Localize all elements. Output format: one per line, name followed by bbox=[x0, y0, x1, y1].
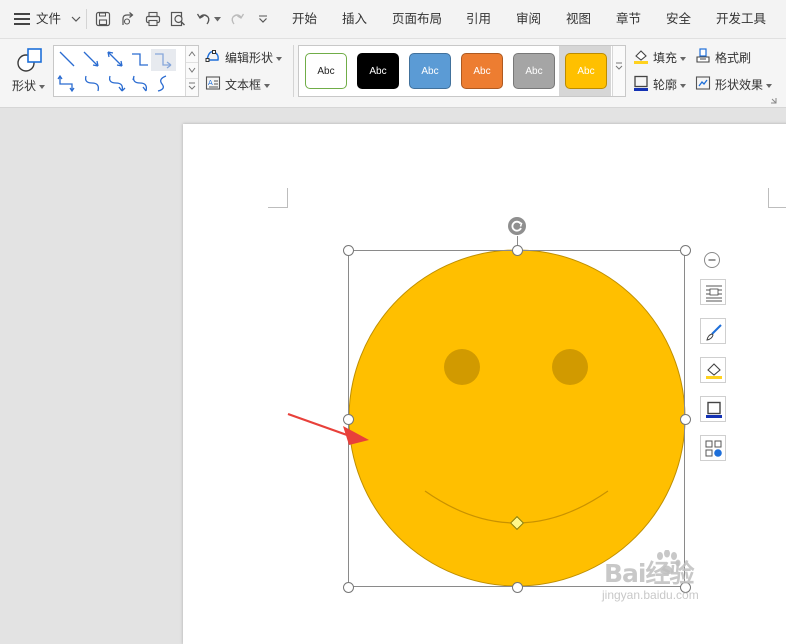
more-options-quick-button[interactable] bbox=[700, 435, 726, 461]
undo-dropdown-icon[interactable] bbox=[214, 17, 221, 22]
hamburger-menu-icon[interactable] bbox=[14, 13, 30, 25]
text-box-icon: A bbox=[205, 76, 221, 90]
resize-handle-top-right[interactable] bbox=[680, 245, 691, 256]
tab-insert[interactable]: 插入 bbox=[342, 0, 367, 38]
double-arrow-shape-option[interactable] bbox=[107, 51, 123, 67]
brush-icon bbox=[706, 324, 722, 341]
edit-shape-button[interactable]: 编辑形状 bbox=[205, 48, 289, 66]
style-preset-white[interactable]: Abc bbox=[305, 53, 347, 89]
shape-style-quick-button[interactable] bbox=[700, 318, 726, 344]
tab-page-layout[interactable]: 页面布局 bbox=[392, 0, 442, 38]
line-shapes-gallery bbox=[53, 45, 199, 97]
tab-home[interactable]: 开始 bbox=[292, 0, 317, 38]
print-icon[interactable] bbox=[145, 11, 161, 27]
curved-arrow-connector-option[interactable] bbox=[108, 75, 126, 92]
style-gallery-more-button[interactable] bbox=[612, 46, 625, 96]
arrow-shape-option[interactable] bbox=[83, 51, 99, 67]
style-preset-orange[interactable]: Abc bbox=[461, 53, 503, 89]
shape-effects-button[interactable]: 形状效果 bbox=[695, 75, 781, 93]
svg-text:A: A bbox=[208, 79, 213, 87]
menu-bar: 文件 开始 插入 页面布局 引用 审阅 视图 章节 安全 开发工具 bbox=[0, 0, 786, 39]
line-shape-option[interactable] bbox=[59, 51, 75, 67]
outline-button[interactable]: 轮廓 bbox=[633, 75, 693, 93]
paint-bucket-icon bbox=[706, 363, 722, 379]
baidu-watermark: Bai经验 jingyan.baidu.com bbox=[598, 549, 758, 610]
smiley-face bbox=[348, 249, 686, 587]
tab-security[interactable]: 安全 bbox=[666, 0, 691, 38]
smiley-left-eye bbox=[444, 349, 480, 385]
text-box-button[interactable]: A 文本框 bbox=[205, 75, 289, 93]
resize-handle-bottom-left[interactable] bbox=[343, 582, 354, 593]
outline-icon bbox=[634, 75, 648, 91]
paint-bucket-icon bbox=[634, 50, 648, 64]
rotate-icon bbox=[511, 220, 523, 232]
outline-icon bbox=[706, 401, 722, 418]
resize-handle-right[interactable] bbox=[680, 414, 691, 425]
customize-toolbar-icon[interactable] bbox=[258, 14, 268, 24]
tab-references[interactable]: 引用 bbox=[466, 0, 491, 38]
resize-handle-top-left[interactable] bbox=[343, 245, 354, 256]
file-menu[interactable]: 文件 bbox=[36, 0, 81, 38]
save-icon[interactable] bbox=[95, 11, 111, 27]
chevron-down-icon bbox=[71, 16, 81, 22]
shapes-icon bbox=[17, 48, 42, 72]
shapes-button[interactable]: 形状 bbox=[10, 45, 50, 97]
redo-icon bbox=[231, 13, 245, 25]
resize-handle-top[interactable] bbox=[512, 245, 523, 256]
edit-shape-icon bbox=[205, 50, 219, 62]
curved-double-arrow-option[interactable] bbox=[132, 75, 148, 92]
outline-quick-button[interactable] bbox=[700, 396, 726, 422]
line-gallery-scrollbar[interactable] bbox=[185, 46, 198, 96]
margin-corner-right bbox=[768, 188, 786, 208]
margin-corner-left bbox=[268, 188, 288, 208]
format-painter-button[interactable]: 格式刷 bbox=[695, 48, 781, 66]
curved-connector-option[interactable] bbox=[84, 75, 100, 92]
annotation-arrow-icon bbox=[287, 412, 369, 445]
undo-icon[interactable] bbox=[196, 11, 212, 27]
shapes-grid-icon bbox=[705, 440, 722, 457]
style-preset-blue[interactable]: Abc bbox=[409, 53, 451, 89]
tab-sections[interactable]: 章节 bbox=[616, 0, 641, 38]
smiley-shape[interactable] bbox=[348, 249, 686, 587]
tab-review[interactable]: 审阅 bbox=[516, 0, 541, 38]
style-preset-gray[interactable]: Abc bbox=[513, 53, 555, 89]
layout-options-button[interactable] bbox=[700, 279, 726, 305]
collapse-toolbar-button[interactable] bbox=[704, 252, 720, 268]
shape-style-gallery: Abc Abc Abc Abc Abc Abc bbox=[298, 45, 626, 97]
shapes-label: 形状 bbox=[12, 77, 46, 94]
shape-effects-icon bbox=[695, 76, 711, 90]
resize-handle-bottom[interactable] bbox=[512, 582, 523, 593]
s-curve-option[interactable] bbox=[157, 75, 167, 92]
smiley-right-eye bbox=[552, 349, 588, 385]
rotate-handle[interactable] bbox=[508, 217, 526, 235]
fill-quick-button[interactable] bbox=[700, 357, 726, 383]
minus-icon bbox=[708, 259, 716, 261]
ribbon: 形状 编辑形状 A 文本框 Abc Abc Abc Abc Abc Abc 填充… bbox=[0, 39, 786, 108]
elbow-double-arrow-option[interactable] bbox=[57, 74, 75, 93]
dialog-launcher-icon[interactable] bbox=[770, 97, 777, 104]
format-painter-icon bbox=[696, 48, 710, 63]
export-icon[interactable] bbox=[120, 11, 136, 27]
style-preset-gold[interactable]: Abc bbox=[565, 53, 607, 89]
wrap-text-icon bbox=[706, 285, 722, 302]
elbow-connector-option[interactable] bbox=[132, 53, 148, 66]
fill-button[interactable]: 填充 bbox=[633, 48, 693, 66]
style-preset-black[interactable]: Abc bbox=[357, 53, 399, 89]
tab-developer-tools[interactable]: 开发工具 bbox=[716, 0, 766, 38]
tab-view[interactable]: 视图 bbox=[566, 0, 591, 38]
print-preview-icon[interactable] bbox=[170, 11, 186, 27]
